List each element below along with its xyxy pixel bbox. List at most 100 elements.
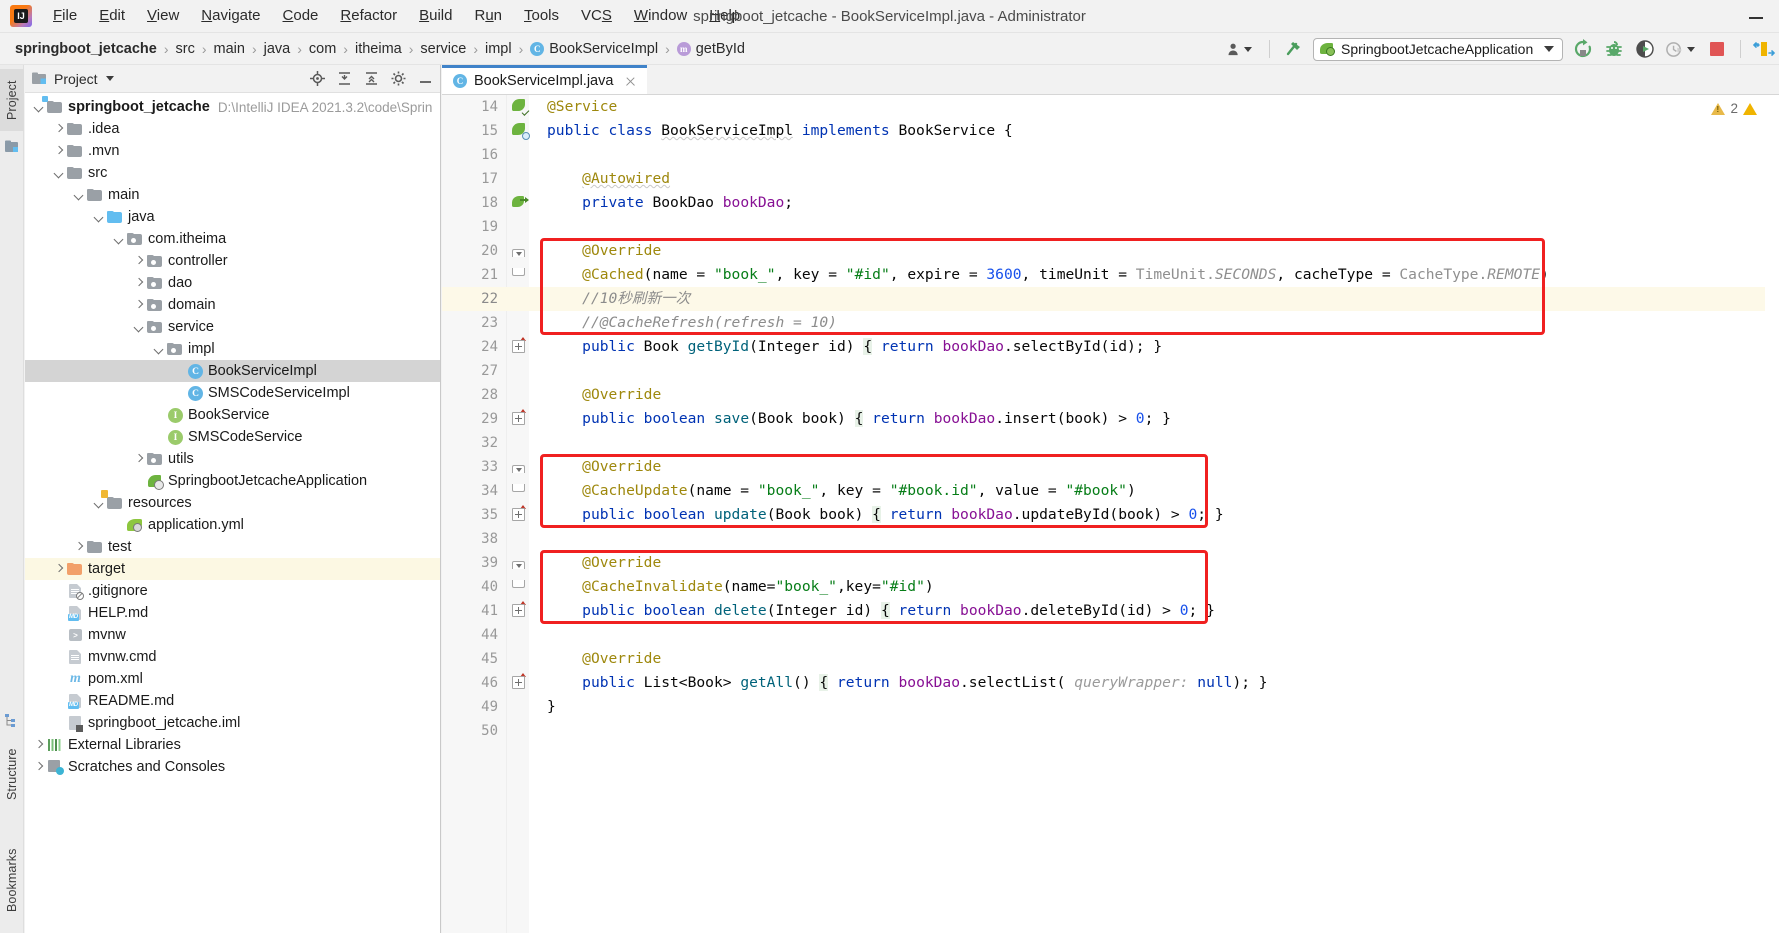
fold-region-end-icon[interactable] bbox=[512, 484, 525, 492]
code-line-21[interactable]: 21 @Cached(name = "book_", key = "#id", … bbox=[442, 263, 1779, 287]
tree-node-springbootjetcacheapplication[interactable]: SpringbootJetcacheApplication bbox=[25, 470, 440, 492]
tool-window-tab-bookmarks[interactable]: Bookmarks bbox=[0, 837, 24, 923]
minimize-icon[interactable] bbox=[1747, 8, 1765, 26]
hide-icon[interactable] bbox=[417, 70, 434, 87]
menu-help[interactable]: Help bbox=[698, 3, 751, 29]
tree-node-java[interactable]: java bbox=[25, 206, 440, 228]
code-line-18[interactable]: 18 private BookDao bookDao; bbox=[442, 191, 1779, 215]
run-with-coverage-icon[interactable] bbox=[1634, 38, 1656, 60]
tree-node-external-libraries[interactable]: External Libraries bbox=[25, 734, 440, 756]
layout-icon[interactable] bbox=[1752, 38, 1776, 60]
chevron-right-icon[interactable] bbox=[31, 737, 47, 753]
code-line-20[interactable]: 20 @Override bbox=[442, 239, 1779, 263]
code-line-15[interactable]: 15 public class BookServiceImpl implement… bbox=[442, 119, 1779, 143]
inspection-widget[interactable]: 2 bbox=[1711, 101, 1757, 116]
breadcrumb-item-main[interactable]: main bbox=[211, 39, 248, 59]
build-hammer-icon[interactable] bbox=[1282, 38, 1304, 60]
chevron-right-icon[interactable] bbox=[71, 539, 87, 555]
code-line-38[interactable]: 38 bbox=[442, 527, 1779, 551]
chevron-right-icon[interactable] bbox=[131, 451, 147, 467]
chevron-down-icon[interactable] bbox=[151, 341, 167, 357]
code-line-28[interactable]: 28 @Override bbox=[442, 383, 1779, 407]
tree-node-impl[interactable]: impl bbox=[25, 338, 440, 360]
menu-run[interactable]: Run bbox=[463, 3, 513, 29]
menu-file[interactable]: File bbox=[42, 3, 88, 29]
editor-marker-bar[interactable] bbox=[1765, 95, 1779, 933]
menu-view[interactable]: View bbox=[136, 3, 190, 29]
tree-node-smscodeserviceimpl[interactable]: C SMSCodeServiceImpl bbox=[25, 382, 440, 404]
tree-node-com-itheima[interactable]: com.itheima bbox=[25, 228, 440, 250]
menu-edit[interactable]: Edit bbox=[88, 3, 136, 29]
breadcrumb-item-project[interactable]: springboot_jetcache bbox=[12, 39, 160, 59]
tree-node-springboot-jetcache-iml[interactable]: springboot_jetcache.iml bbox=[25, 712, 440, 734]
tree-node-readme-md[interactable]: MD README.md bbox=[25, 690, 440, 712]
tree-node--gitignore[interactable]: .gitignore bbox=[25, 580, 440, 602]
fold-expand-icon[interactable] bbox=[512, 604, 525, 617]
code-line-29[interactable]: 29I public boolean save(Book book) { ret… bbox=[442, 407, 1779, 431]
tree-node-dao[interactable]: dao bbox=[25, 272, 440, 294]
rerun-icon[interactable] bbox=[1572, 38, 1594, 60]
menu-build[interactable]: Build bbox=[408, 3, 463, 29]
breadcrumb-item-impl[interactable]: impl bbox=[482, 39, 515, 59]
tree-node-test[interactable]: test bbox=[25, 536, 440, 558]
debug-icon[interactable] bbox=[1603, 38, 1625, 60]
tree-node-resources[interactable]: resources bbox=[25, 490, 440, 514]
code-line-50[interactable]: 50 bbox=[442, 719, 1779, 743]
breadcrumb-item-service[interactable]: service bbox=[417, 39, 469, 59]
tree-node-controller[interactable]: controller bbox=[25, 250, 440, 272]
menu-code[interactable]: Code bbox=[272, 3, 330, 29]
code-line-39[interactable]: 39 @Override bbox=[442, 551, 1779, 575]
breadcrumb-item-itheima[interactable]: itheima bbox=[352, 39, 405, 59]
fold-region-start-icon[interactable] bbox=[512, 465, 525, 473]
chevron-right-icon[interactable] bbox=[51, 143, 67, 159]
tool-window-tab-structure[interactable]: Structure bbox=[0, 735, 24, 813]
run-configuration-selector[interactable]: SpringbootJetcacheApplication bbox=[1313, 37, 1563, 61]
code-line-35[interactable]: 35I public boolean update(Book book) { r… bbox=[442, 503, 1779, 527]
chevron-right-icon[interactable] bbox=[51, 121, 67, 137]
locate-icon[interactable] bbox=[309, 70, 326, 87]
code-line-45[interactable]: 45 @Override bbox=[442, 647, 1779, 671]
profiler-icon[interactable] bbox=[1665, 38, 1697, 60]
fold-expand-icon[interactable] bbox=[512, 412, 525, 425]
chevron-right-icon[interactable] bbox=[131, 275, 147, 291]
code-line-16[interactable]: 16 bbox=[442, 143, 1779, 167]
tree-node-pom-xml[interactable]: m pom.xml bbox=[25, 668, 440, 690]
tree-node-help-md[interactable]: MD HELP.md bbox=[25, 602, 440, 624]
breadcrumb-item-class[interactable]: C BookServiceImpl bbox=[527, 39, 661, 59]
code-line-27[interactable]: 27 bbox=[442, 359, 1779, 383]
tree-node-src[interactable]: src bbox=[25, 162, 440, 184]
chevron-right-icon[interactable] bbox=[131, 253, 147, 269]
chevron-right-icon[interactable] bbox=[51, 561, 67, 577]
menu-navigate[interactable]: Navigate bbox=[190, 3, 271, 29]
breadcrumb-item-method[interactable]: m getById bbox=[674, 39, 748, 59]
spring-bean-verified-icon[interactable] bbox=[512, 98, 529, 115]
fold-region-start-icon[interactable] bbox=[512, 249, 525, 257]
menu-window[interactable]: Window bbox=[623, 3, 698, 29]
tree-node--mvn[interactable]: .mvn bbox=[25, 140, 440, 162]
code-line-22[interactable]: 22 //10秒刷新一次 bbox=[442, 287, 1779, 311]
close-icon[interactable] bbox=[624, 75, 637, 88]
project-tree[interactable]: springboot_jetcache D:\IntelliJ IDEA 2021… bbox=[25, 93, 440, 778]
code-line-40[interactable]: 40 @CacheInvalidate(name="book_",key="#i… bbox=[442, 575, 1779, 599]
chevron-right-icon[interactable] bbox=[131, 297, 147, 313]
chevron-down-icon[interactable] bbox=[111, 231, 127, 247]
tree-node-scratches-and-consoles[interactable]: Scratches and Consoles bbox=[25, 756, 440, 778]
autowired-dependency-icon[interactable] bbox=[512, 194, 529, 211]
chevron-down-icon[interactable] bbox=[131, 319, 147, 335]
code-line-34[interactable]: 34 @CacheUpdate(name = "book_", key = "#… bbox=[442, 479, 1779, 503]
tree-node-target[interactable]: target bbox=[25, 558, 440, 580]
expand-all-icon[interactable] bbox=[336, 70, 353, 87]
settings-gear-icon[interactable] bbox=[390, 70, 407, 87]
breadcrumb-item-src[interactable]: src bbox=[172, 39, 197, 59]
tree-node-bookserviceimpl[interactable]: C BookServiceImpl bbox=[25, 360, 440, 382]
editor-tab-bookserviceimpl[interactable]: C BookServiceImpl.java bbox=[442, 65, 648, 94]
code-content[interactable]: 14 @Service 15 public class BookServiceImpl… bbox=[442, 95, 1779, 933]
menu-refactor[interactable]: Refactor bbox=[329, 3, 408, 29]
chevron-down-icon[interactable] bbox=[51, 165, 67, 181]
code-line-32[interactable]: 32 bbox=[442, 431, 1779, 455]
code-line-49[interactable]: 49} bbox=[442, 695, 1779, 719]
tree-node-springboot-jetcache[interactable]: springboot_jetcache D:\IntelliJ IDEA 2021… bbox=[25, 96, 440, 118]
tree-node-utils[interactable]: utils bbox=[25, 448, 440, 470]
chevron-down-icon[interactable] bbox=[105, 76, 114, 81]
editor-body[interactable]: 14 @Service 15 public class BookServiceImpl… bbox=[442, 95, 1779, 933]
